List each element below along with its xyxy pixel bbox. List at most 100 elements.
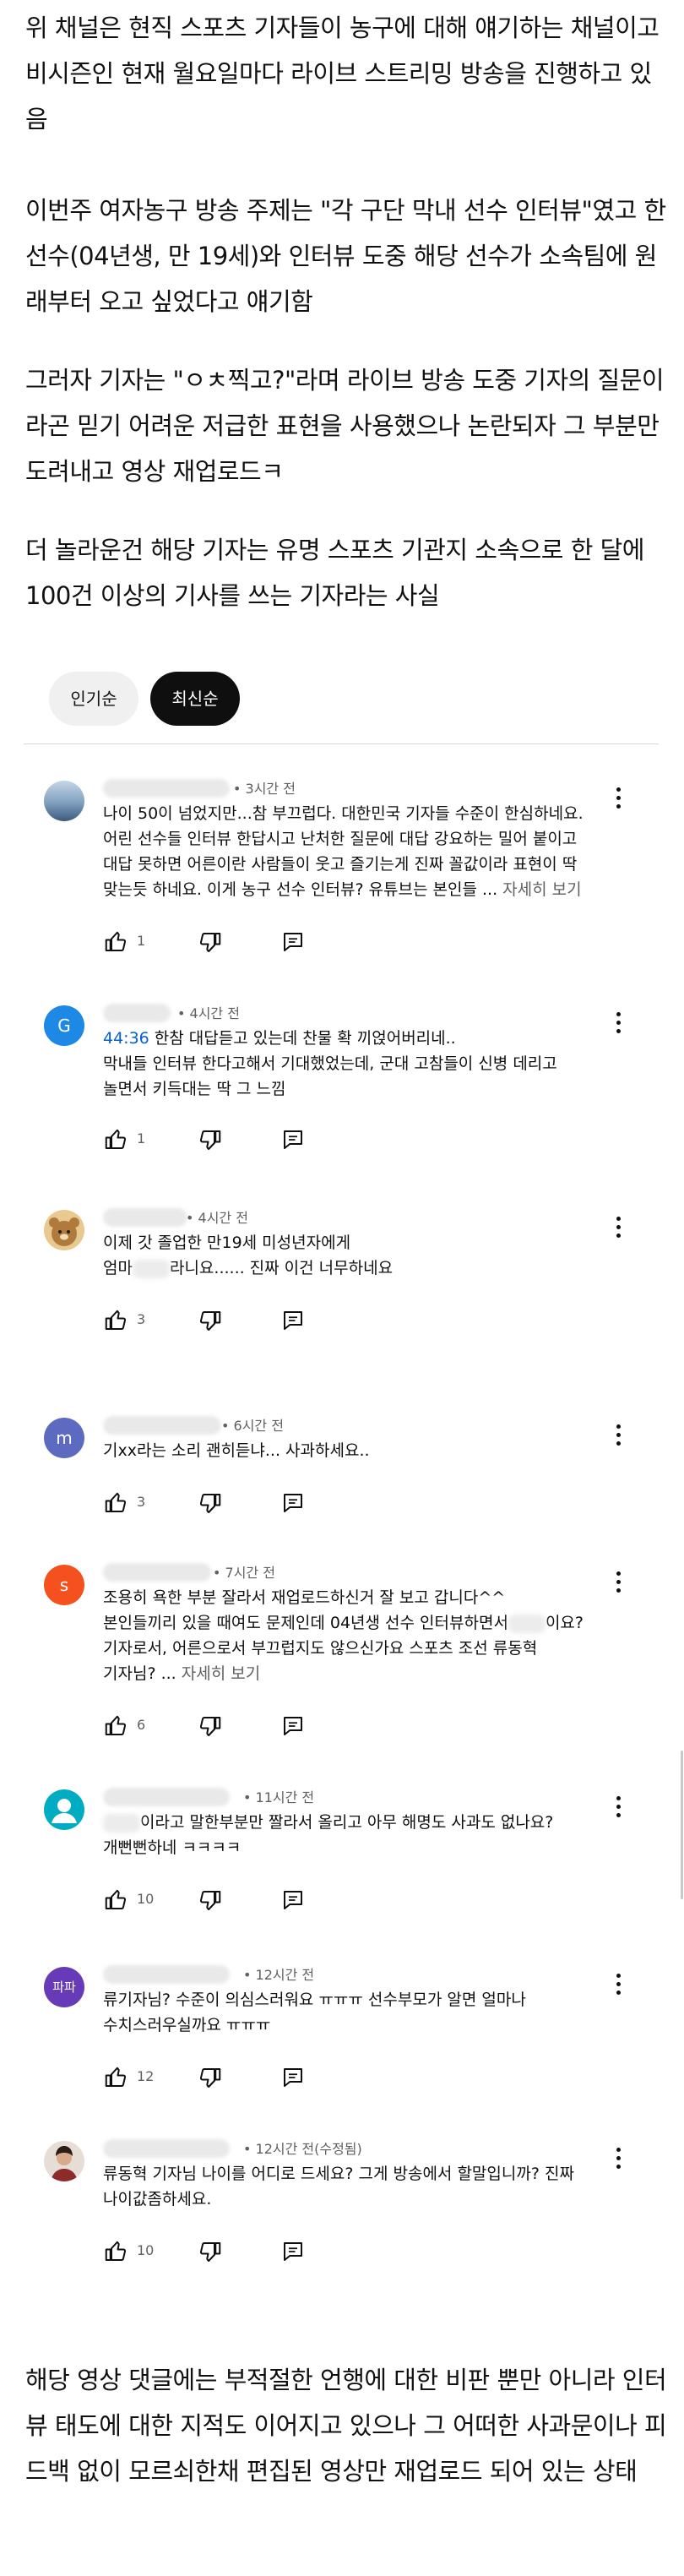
more-options-icon[interactable]	[611, 1972, 625, 1997]
like-button[interactable]	[103, 929, 128, 958]
dislike-button[interactable]	[198, 2239, 223, 2268]
reply-button[interactable]	[280, 1713, 306, 1742]
read-more-link[interactable]: 자세히 보기	[502, 880, 581, 899]
reply-button[interactable]	[280, 1490, 306, 1519]
avatar[interactable]	[44, 781, 84, 821]
thumbs-up-icon	[105, 1310, 127, 1330]
reply-button[interactable]	[280, 1308, 306, 1337]
comment-text: 류기자님? 수준이 의심스러워요 ㅠㅠㅠ 선수부모가 알면 얼마나 수치스러우실…	[103, 1991, 526, 2034]
comment-actions: 1	[103, 1127, 525, 1157]
intro-paragraph-1: 위 채널은 현직 스포츠 기자들이 농구에 대해 얘기하는 채널이고 비시즌인 …	[25, 14, 660, 133]
thumbs-down-icon	[199, 2068, 221, 2088]
dislike-button[interactable]	[198, 1127, 223, 1156]
username-redacted[interactable]	[103, 1416, 221, 1435]
like-button[interactable]	[103, 2065, 128, 2094]
like-button[interactable]	[103, 1308, 128, 1337]
username-redacted[interactable]	[103, 1208, 187, 1227]
dislike-button[interactable]	[198, 1887, 223, 1916]
thumbs-down-icon	[199, 1130, 221, 1150]
sort-popular-chip[interactable]: 인기순	[49, 672, 138, 726]
reply-icon	[284, 933, 302, 951]
username-redacted[interactable]	[103, 1563, 211, 1582]
thumbs-down-icon	[199, 1891, 221, 1910]
comment-actions: 3	[103, 1308, 525, 1338]
sort-newest-chip[interactable]: 최신순	[150, 672, 240, 726]
reply-icon	[284, 1494, 302, 1512]
comment-actions: 10	[103, 1887, 525, 1918]
comment-actions: 12	[103, 2065, 525, 2095]
intro-paragraph-3: 그러자 기자는 "ㅇㅊ찍고?"라며 라이브 방송 도중 기자의 질문이라곤 믿기…	[25, 366, 665, 486]
like-button[interactable]	[103, 1127, 128, 1156]
comment-actions: 6	[103, 1713, 525, 1744]
username-redacted[interactable]	[103, 1004, 171, 1022]
comment-text: 조용히 욕한 부분 잘라서 재업로드하신거 잘 보고 갑니다^^ 본인들끼리 있…	[103, 1588, 584, 1683]
dislike-button[interactable]	[198, 929, 223, 958]
avatar[interactable]: m	[44, 1418, 84, 1458]
thumbs-down-icon	[199, 1311, 221, 1331]
video-timestamp-link[interactable]: 44:36	[103, 1029, 149, 1048]
like-button[interactable]	[103, 1490, 128, 1519]
outro-paragraph: 해당 영상 댓글에는 부적절한 언행에 대한 비판 뿐만 아니라 인터뷰 태도에…	[25, 2366, 667, 2486]
thumbs-down-icon	[199, 1494, 221, 1513]
reply-button[interactable]	[280, 1127, 306, 1156]
read-more-link[interactable]: 자세히 보기	[182, 1664, 260, 1683]
thumbs-up-icon	[105, 2241, 127, 2261]
more-options-icon[interactable]	[611, 2146, 625, 2171]
username-redacted[interactable]	[103, 2139, 230, 2158]
more-options-icon[interactable]	[611, 1215, 625, 1240]
comment-text: 이제 갓 졸업한 만19세 미성년자에게 엄마 라니요...... 진짜 이건 너…	[103, 1234, 394, 1278]
avatar[interactable]	[44, 1789, 84, 1830]
like-button[interactable]	[103, 1887, 128, 1916]
comment-actions: 3	[103, 1490, 525, 1521]
reply-button[interactable]	[280, 2239, 306, 2268]
reply-icon	[284, 1311, 302, 1330]
reply-icon	[284, 2068, 302, 2087]
reply-icon	[284, 1717, 302, 1735]
thumbs-up-icon	[105, 1129, 127, 1149]
dislike-button[interactable]	[198, 1713, 223, 1742]
dislike-button[interactable]	[198, 1308, 223, 1337]
more-options-icon[interactable]	[611, 1570, 625, 1595]
like-count: 1	[137, 1130, 146, 1146]
dislike-button[interactable]	[198, 2065, 223, 2094]
username-redacted[interactable]	[103, 779, 230, 798]
bear-avatar-icon	[49, 1217, 79, 1246]
more-options-icon[interactable]	[611, 786, 625, 811]
dislike-button[interactable]	[198, 1490, 223, 1519]
comment-time: • 4시간 전	[186, 1210, 248, 1226]
comment-time: • 12시간 전(수정됨)	[243, 2141, 362, 2157]
comment-text: 44:36 한참 대답듣고 있는데 찬물 확 끼얹어버리네.. 막내들 인터뷰 …	[103, 1029, 557, 1098]
reply-button[interactable]	[280, 1887, 306, 1916]
thumbs-up-icon	[105, 1889, 127, 1909]
username-redacted[interactable]	[103, 1965, 230, 1984]
more-options-icon[interactable]	[611, 1794, 625, 1820]
thumbs-down-icon	[199, 2242, 221, 2262]
intro-paragraph-2: 이번주 여자농구 방송 주제는 "각 구단 막내 선수 인터뷰"였고 한 선수(…	[25, 196, 666, 316]
like-count: 10	[137, 2242, 155, 2258]
like-button[interactable]	[103, 2239, 128, 2268]
like-button[interactable]	[103, 1713, 128, 1742]
reply-icon	[284, 2242, 302, 2261]
avatar[interactable]: G	[44, 1005, 84, 1046]
username-redacted[interactable]	[103, 1788, 230, 1806]
comment-text: 이라고 말한부분만 짤라서 올리고 아무 해명도 사과도 없나요? 개뻔뻔하네 …	[103, 1813, 554, 1857]
like-count: 1	[137, 933, 146, 949]
reply-button[interactable]	[280, 929, 306, 958]
thumbs-down-icon	[199, 933, 221, 952]
scrollbar-thumb[interactable]	[681, 1751, 683, 1899]
comment-actions: 10	[103, 2239, 525, 2269]
photo-avatar-icon	[51, 2146, 78, 2181]
comment-time: • 4시간 전	[177, 1005, 240, 1021]
divider	[24, 743, 659, 744]
avatar[interactable]: 파파	[44, 1967, 84, 2007]
person-avatar-icon	[52, 1799, 77, 1823]
more-options-icon[interactable]	[611, 1423, 625, 1448]
avatar[interactable]: s	[44, 1565, 84, 1605]
comment-text: 나이 50이 넘었지만...참 부끄럽다. 대한민국 기자들 수준이 한심하네요…	[103, 804, 584, 899]
thumbs-up-icon	[105, 2067, 127, 2087]
more-options-icon[interactable]	[611, 1010, 625, 1036]
avatar[interactable]	[44, 2141, 84, 2181]
reply-button[interactable]	[280, 2065, 306, 2094]
avatar[interactable]	[44, 1210, 84, 1250]
comment-time: • 12시간 전	[243, 1967, 315, 1983]
